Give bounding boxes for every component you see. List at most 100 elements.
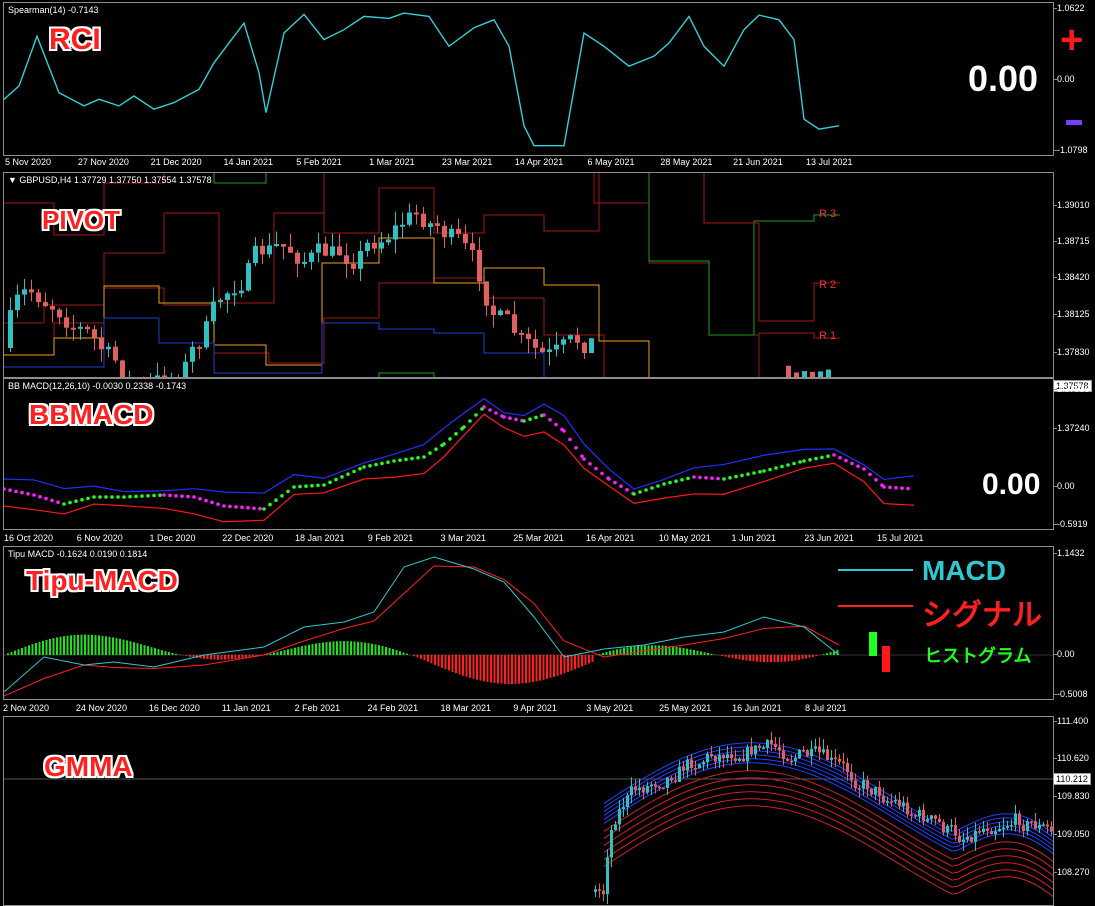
bbmacd-plot[interactable]: BB MACD(12,26,10) -0.0030 0.2338 -0.1743…	[3, 378, 1054, 530]
gmma-candle	[842, 761, 845, 764]
tipu-ytick	[1053, 694, 1057, 695]
bbmacd-ytick	[1053, 486, 1057, 487]
bbmacd-dot	[340, 475, 344, 479]
bbmacd-dot	[554, 422, 558, 427]
rci-xtick-label: 21 Jun 2021	[733, 157, 783, 167]
bbmacd-dot	[380, 461, 384, 466]
gmma-candle	[762, 747, 765, 750]
rci-minus-icon	[1066, 120, 1082, 125]
tipu-indicator-label: Tipu MACD -0.1624 0.0190 0.1814	[8, 549, 148, 559]
gmma-panel: GMMA 111.400 110.620 109.830 109.050 108.270…	[0, 716, 1095, 906]
bbmacd-dot	[798, 460, 802, 464]
tipu-xtick-label: 2 Feb 2021	[294, 703, 341, 713]
pivot-candle	[582, 342, 587, 354]
pivot-candle	[484, 281, 489, 306]
gmma-candle	[890, 801, 893, 803]
bbmacd-dot	[850, 461, 854, 466]
gmma-candle	[1046, 824, 1049, 827]
pivot-candle	[386, 239, 391, 243]
legend-signal-label: シグナル	[922, 599, 1042, 632]
tipu-xtick-label: 9 Apr 2021	[513, 703, 557, 713]
pivot-candle	[225, 293, 230, 300]
pivot-panel: ▼ GBPUSD,H4 1.37729 1.37750 1.37554 1.37…	[0, 172, 1095, 392]
gmma-candle	[1002, 827, 1005, 830]
tipu-xtick-label: 24 Feb 2021	[367, 703, 419, 713]
bbmacd-dot	[38, 495, 42, 499]
bbmacd-dot	[410, 456, 414, 461]
dropdown-triangle-icon[interactable]: ▼	[8, 175, 19, 185]
tipu-xtick-label: 16 Dec 2020	[148, 703, 200, 713]
bbmacd-dot	[32, 493, 36, 497]
gmma-candle	[894, 800, 897, 802]
pivot-candle	[449, 228, 454, 238]
bbmacd-dot	[448, 437, 452, 441]
pivot-candle	[358, 251, 363, 269]
bbmacd-dot	[416, 456, 420, 460]
bbmacd-dot	[398, 458, 402, 462]
pivot-candle	[29, 289, 34, 293]
gmma-candle	[886, 801, 889, 803]
bbmacd-dot	[704, 476, 708, 480]
bbmacd-dot	[594, 466, 598, 471]
gmma-candle	[874, 787, 877, 795]
bbmacd-dot	[322, 483, 326, 487]
rci-ytick-label: -1.0798	[1057, 145, 1088, 155]
pivot-candle	[120, 360, 125, 377]
pivot-candle	[113, 346, 118, 361]
tipu-ytick-label: 0.00	[1057, 649, 1075, 659]
gmma-candle	[814, 746, 817, 749]
bbmacd-dot	[98, 495, 102, 499]
gmma-candle	[770, 739, 773, 744]
bbmacd-dot	[698, 475, 702, 480]
tipu-xtick-label: 16 Jun 2021	[732, 703, 782, 713]
rci-chart-svg	[4, 12, 840, 147]
bbmacd-dot	[686, 476, 690, 481]
bbmacd-dot	[844, 458, 848, 463]
bbmacd-dot	[588, 462, 592, 466]
pivot-candle	[526, 333, 531, 340]
pivot-candle	[253, 245, 258, 264]
gmma-candle	[678, 766, 681, 782]
pivot-candle	[547, 349, 552, 353]
bbmacd-xtick-label: 18 Jan 2021	[295, 533, 345, 543]
pivot-candle	[379, 242, 384, 249]
rci-plot[interactable]: Spearman(14) -0.7143 RCI	[3, 2, 1054, 156]
bbmacd-dot	[728, 476, 732, 480]
gmma-candle	[850, 772, 853, 781]
bbmacd-dot	[292, 485, 296, 489]
gmma-candle	[714, 756, 717, 762]
bbmacd-dot	[674, 479, 678, 483]
pivot-candle	[344, 255, 349, 264]
gmma-candle	[818, 746, 821, 753]
bbmacd-dot	[774, 466, 778, 470]
bbmacd-xtick-label: 22 Dec 2020	[222, 533, 274, 543]
gmma-plot[interactable]: GMMA	[3, 716, 1054, 906]
tipu-ytick	[1053, 654, 1057, 655]
pivot-candle	[204, 321, 209, 348]
gmma-candle	[826, 749, 829, 760]
bbmacd-dot	[110, 495, 114, 499]
gmma-candle	[686, 759, 689, 771]
bbmacd-ytick-label: -0.5919	[1057, 519, 1088, 529]
rci-title: RCI	[49, 23, 101, 56]
bbmacd-xtick-label: 23 Jun 2021	[804, 533, 854, 543]
bbmacd-dot	[856, 464, 860, 468]
bbmacd-dot	[868, 472, 872, 477]
pivot-candle	[218, 299, 223, 302]
gmma-candle	[698, 764, 701, 769]
tipu-xtick-label: 24 Nov 2020	[75, 703, 127, 713]
pivot-candle	[295, 252, 300, 264]
pivot-level-line	[323, 173, 600, 234]
bbmacd-dot	[752, 471, 756, 475]
gmma-candle	[862, 780, 865, 789]
bbmacd-dot	[152, 493, 156, 498]
bbmacd-chart-svg	[4, 397, 915, 523]
gmma-candle	[834, 757, 837, 760]
bbmacd-dot	[352, 469, 356, 474]
pivot-plot[interactable]: ▼ GBPUSD,H4 1.37729 1.37750 1.37554 1.37…	[3, 172, 1054, 378]
bbmacd-dot	[422, 455, 426, 459]
pivot-candle	[554, 344, 559, 350]
gmma-candle	[594, 889, 597, 892]
gmma-candle	[798, 749, 801, 759]
pivot-symbol-ohlc: GBPUSD,H4 1.37729 1.37750 1.37554 1.3757…	[19, 175, 212, 185]
